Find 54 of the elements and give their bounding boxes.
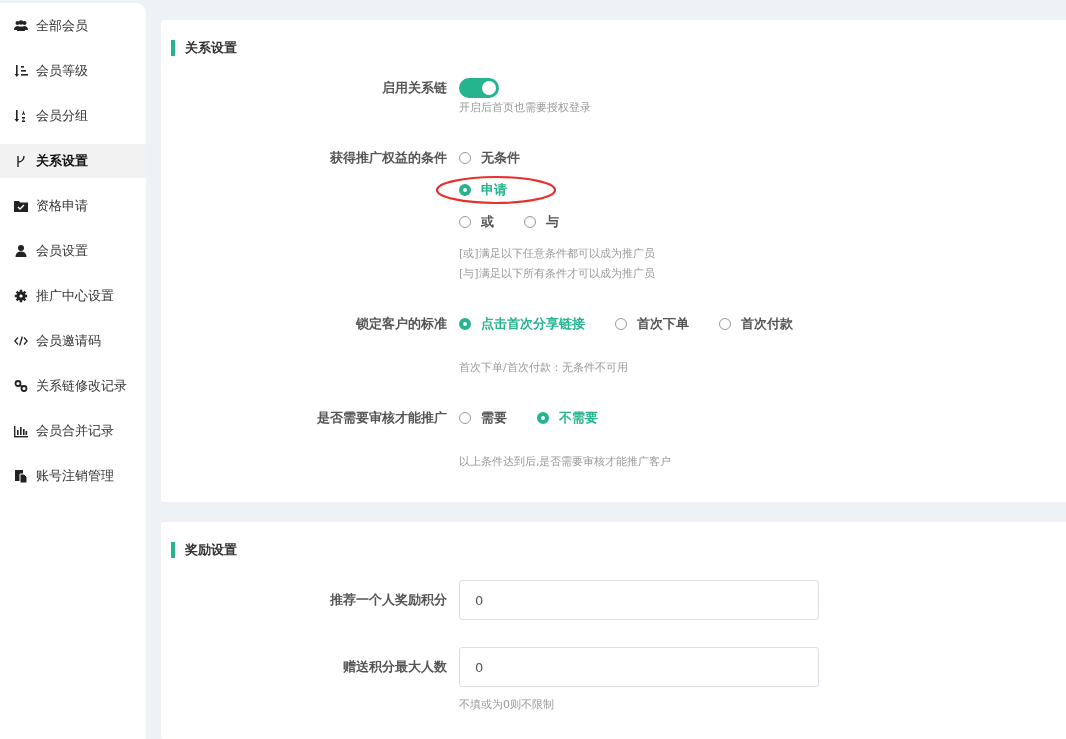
radio-button[interactable] bbox=[524, 216, 536, 228]
field-label: 启用关系链 bbox=[381, 79, 448, 97]
section-title: 奖励设置 bbox=[171, 542, 1066, 558]
input-field[interactable]: 0 bbox=[459, 580, 819, 620]
folder-check-icon bbox=[14, 199, 28, 213]
link-icon bbox=[14, 379, 28, 393]
radio-button[interactable] bbox=[537, 412, 549, 424]
person-icon bbox=[14, 244, 28, 258]
copy-icon bbox=[14, 469, 28, 483]
sidebar-item[interactable]: 会员邀请码 bbox=[0, 324, 146, 358]
toggle-switch[interactable] bbox=[459, 78, 499, 98]
people-icon bbox=[14, 19, 28, 33]
help-text: 首次下单/首次付款：无条件不可用 bbox=[459, 360, 628, 376]
radio-label[interactable]: 需要 bbox=[481, 409, 507, 427]
radio-label[interactable]: 首次付款 bbox=[741, 315, 793, 333]
sidebar-item[interactable]: 推广中心设置 bbox=[0, 279, 146, 313]
sidebar-item[interactable]: 会员分组 bbox=[0, 99, 146, 133]
field-label: 是否需要审核才能推广 bbox=[316, 409, 448, 427]
gear-icon bbox=[14, 289, 28, 303]
help-text: 不填或为0则不限制 bbox=[459, 697, 554, 713]
radio-button[interactable] bbox=[459, 184, 471, 196]
radio-label[interactable]: 首次下单 bbox=[637, 315, 689, 333]
sidebar-item[interactable]: 会员设置 bbox=[0, 234, 146, 268]
field-label: 获得推广权益的条件 bbox=[329, 149, 448, 167]
sidebar-item[interactable]: 全部会员 bbox=[0, 9, 146, 43]
sidebar-item[interactable]: 账号注销管理 bbox=[0, 459, 146, 493]
radio-button[interactable] bbox=[719, 318, 731, 330]
code-icon bbox=[14, 334, 28, 348]
sort-list-icon bbox=[14, 64, 28, 78]
radio-button[interactable] bbox=[615, 318, 627, 330]
help-text: [与]满足以下所有条件才可以成为推广员 bbox=[459, 266, 655, 282]
radio-button[interactable] bbox=[459, 216, 471, 228]
field-label: 推荐一个人奖励积分 bbox=[329, 591, 448, 609]
sidebar-item[interactable]: 会员合并记录 bbox=[0, 414, 146, 448]
help-text: 以上条件达到后,是否需要审核才能推广客户 bbox=[459, 454, 672, 470]
sidebar-item[interactable]: 关系设置 bbox=[0, 144, 146, 178]
sort-az-icon bbox=[14, 109, 28, 123]
input-field[interactable]: 0 bbox=[459, 647, 819, 687]
bar-chart-icon bbox=[14, 424, 28, 438]
help-text: [或]满足以下任意条件都可以成为推广员 bbox=[459, 246, 655, 262]
help-text: 开启后首页也需要授权登录 bbox=[459, 100, 591, 116]
section-title: 关系设置 bbox=[171, 40, 1066, 56]
radio-label[interactable]: 无条件 bbox=[481, 149, 520, 167]
radio-button[interactable] bbox=[459, 412, 471, 424]
field-label: 赠送积分最大人数 bbox=[342, 658, 448, 676]
field-label: 锁定客户的标准 bbox=[354, 315, 448, 333]
sidebar-item[interactable]: 关系链修改记录 bbox=[0, 369, 146, 403]
radio-label[interactable]: 与 bbox=[546, 213, 559, 231]
sidebar-item[interactable]: 会员等级 bbox=[0, 54, 146, 88]
sidebar-item[interactable]: 资格申请 bbox=[0, 189, 146, 223]
radio-label[interactable]: 或 bbox=[481, 213, 494, 231]
branch-icon bbox=[14, 154, 28, 168]
radio-button[interactable] bbox=[459, 318, 471, 330]
radio-button[interactable] bbox=[459, 152, 471, 164]
